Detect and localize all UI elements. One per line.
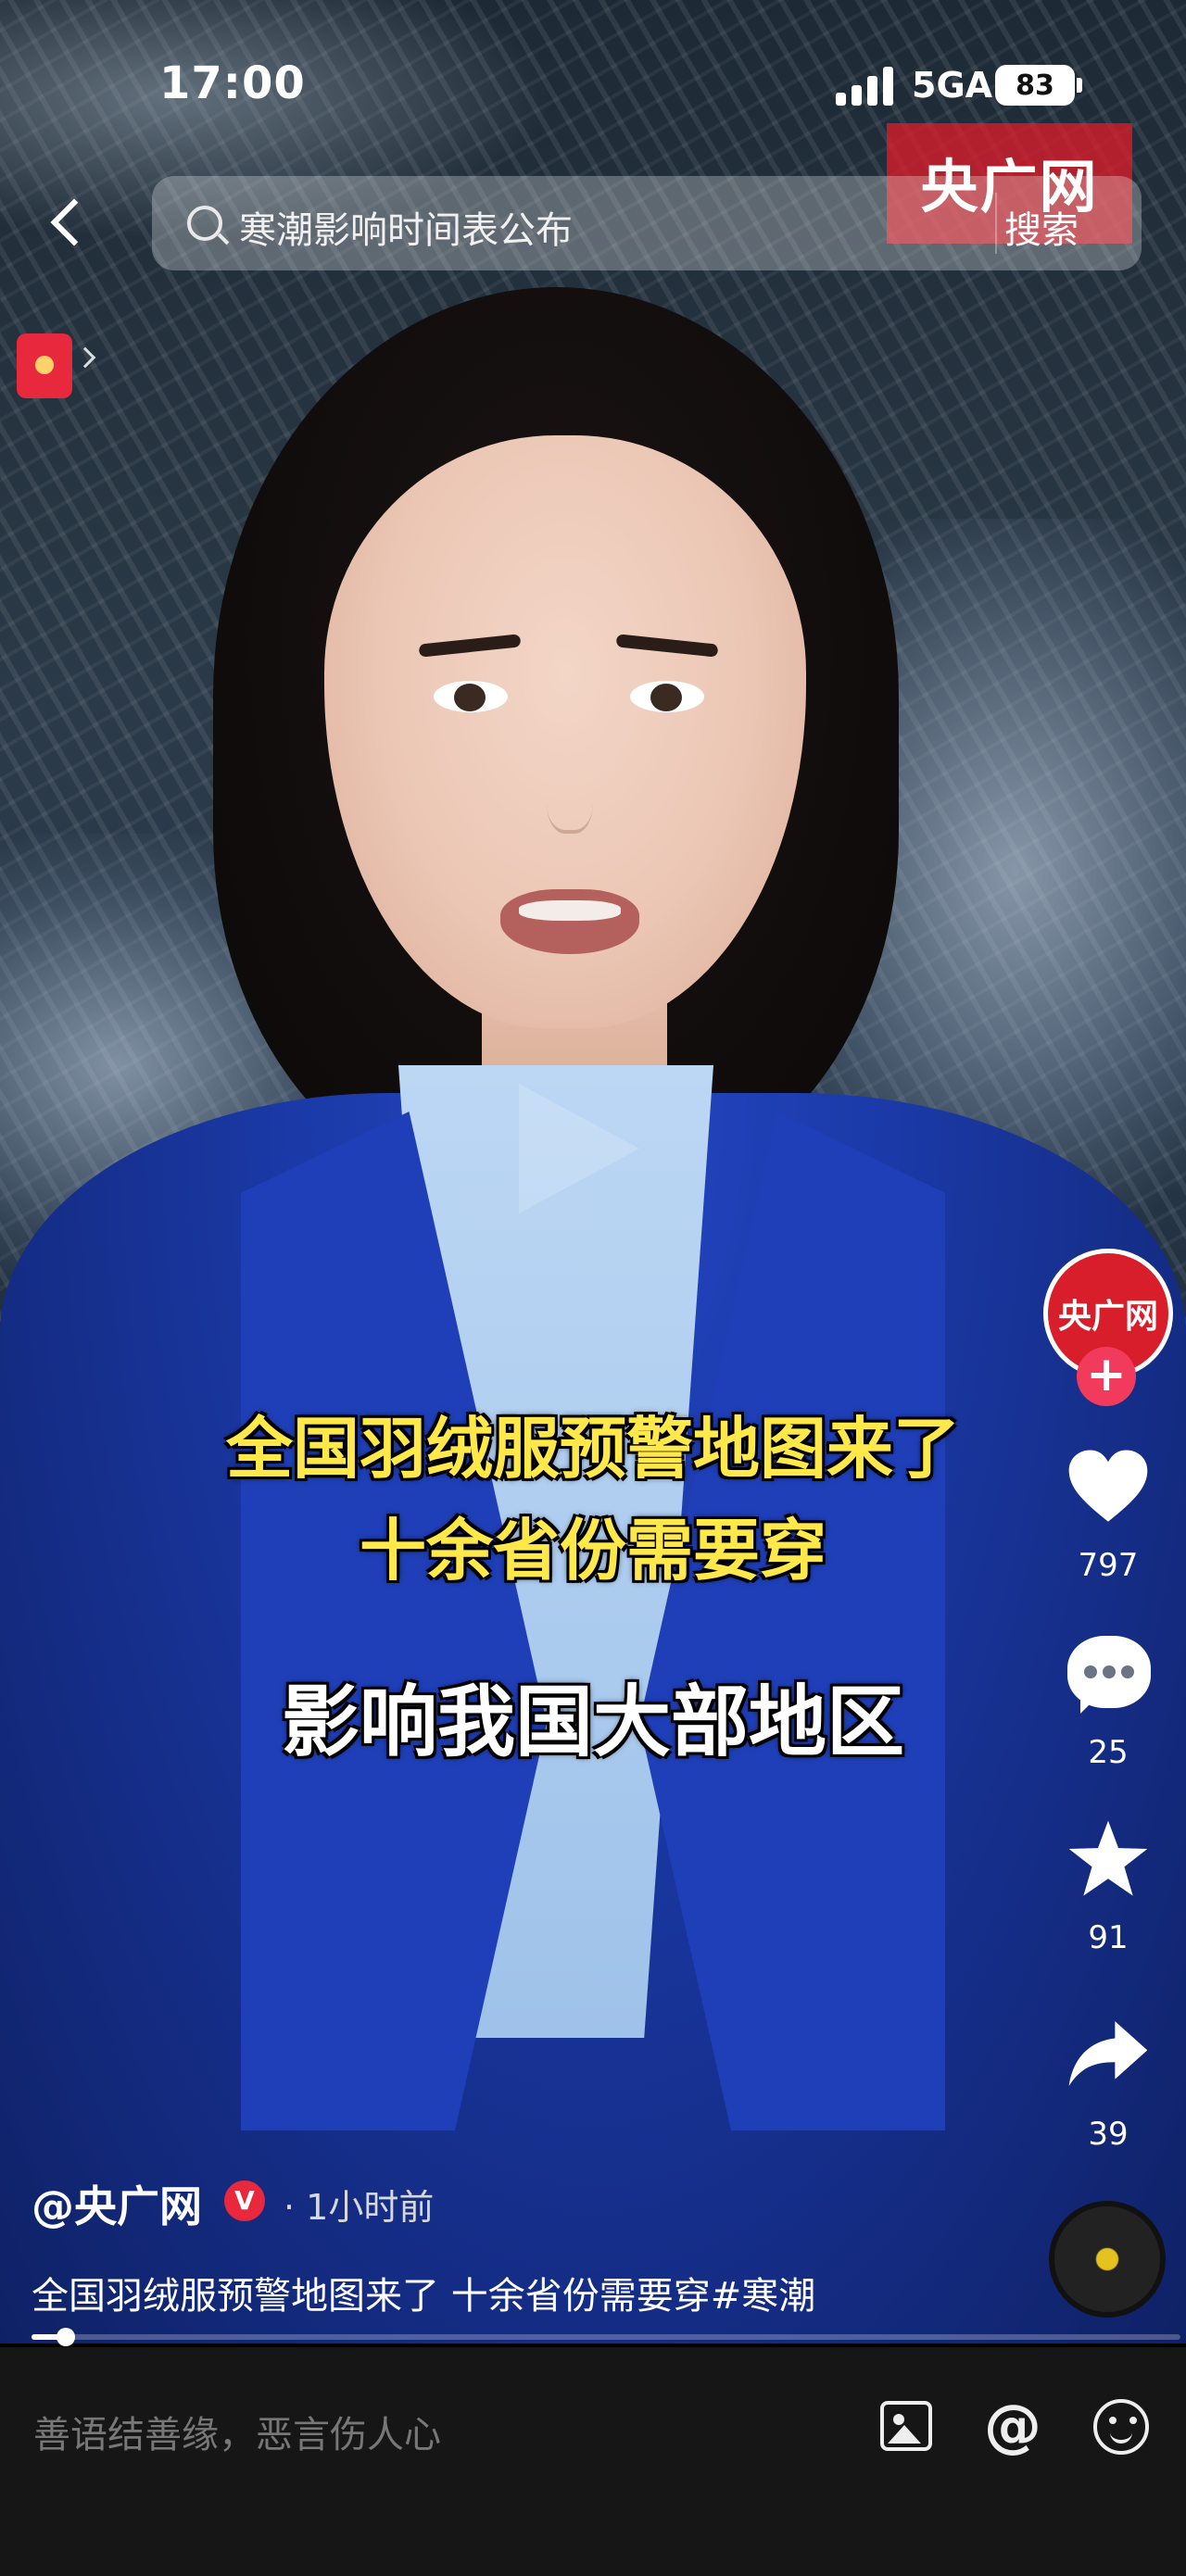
at-icon[interactable]: @ (984, 2392, 1041, 2459)
anchor-mouth (500, 889, 639, 954)
search-button[interactable]: 搜索 (1004, 200, 1079, 254)
like-count: 797 (1078, 1547, 1139, 1584)
video-progress-handle[interactable] (57, 2328, 76, 2346)
comment-button[interactable] (1062, 1632, 1154, 1717)
battery-tip (1077, 78, 1082, 93)
share-count: 39 (1088, 2116, 1129, 2153)
play-icon[interactable] (519, 1084, 639, 1213)
comment-count: 25 (1088, 1734, 1129, 1771)
favorite-button[interactable] (1062, 1817, 1154, 1903)
image-icon[interactable] (880, 2401, 932, 2451)
subtitle-line-2: 十余省份需要穿 (359, 1512, 826, 1590)
search-input[interactable]: 寒潮影响时间表公布 (239, 200, 573, 254)
video-player[interactable] (0, 0, 1186, 2344)
network-label: 5GA (912, 65, 993, 106)
video-progress-bar[interactable] (32, 2328, 1180, 2346)
comment-icon (1067, 1636, 1151, 1714)
music-disc-icon[interactable] (1049, 2201, 1166, 2318)
anchor-eye (434, 681, 508, 712)
back-icon[interactable] (41, 196, 96, 252)
search-divider (995, 193, 997, 254)
video-description[interactable]: 全国羽绒服预警地图来了 十余省份需要穿#寒潮 (32, 2266, 815, 2319)
red-packet-icon[interactable] (17, 333, 72, 398)
comment-input[interactable]: 善语结善缘，恶言伤人心 (33, 2405, 441, 2458)
author-name[interactable]: @央广网 (32, 2173, 202, 2234)
battery-icon: 83 (995, 65, 1075, 106)
subtitle-line-1: 全国羽绒服预警地图来了 (225, 1410, 960, 1488)
favorite-count: 91 (1088, 1919, 1129, 1956)
verified-badge: V (224, 2180, 265, 2221)
search-bar[interactable]: 寒潮影响时间表公布 搜索 (152, 176, 1142, 270)
star-icon (1068, 1820, 1148, 1896)
like-button[interactable] (1062, 1447, 1154, 1532)
search-icon (187, 206, 222, 241)
anchor-nose (547, 760, 593, 834)
follow-button[interactable]: + (1077, 1347, 1136, 1406)
comment-bar: 善语结善缘，恶言伤人心 @ (0, 2347, 1186, 2576)
signal-icon (836, 65, 895, 106)
post-time: · 1小时前 (284, 2187, 435, 2228)
anchor-eye (630, 681, 704, 712)
subtitle-line-3: 影响我国大部地区 (281, 1677, 904, 1767)
share-icon (1068, 2021, 1148, 2087)
emoji-icon[interactable] (1093, 2399, 1149, 2455)
heart-icon (1068, 1450, 1148, 1522)
share-button[interactable] (1062, 2016, 1154, 2101)
status-time: 17:00 (159, 57, 306, 109)
